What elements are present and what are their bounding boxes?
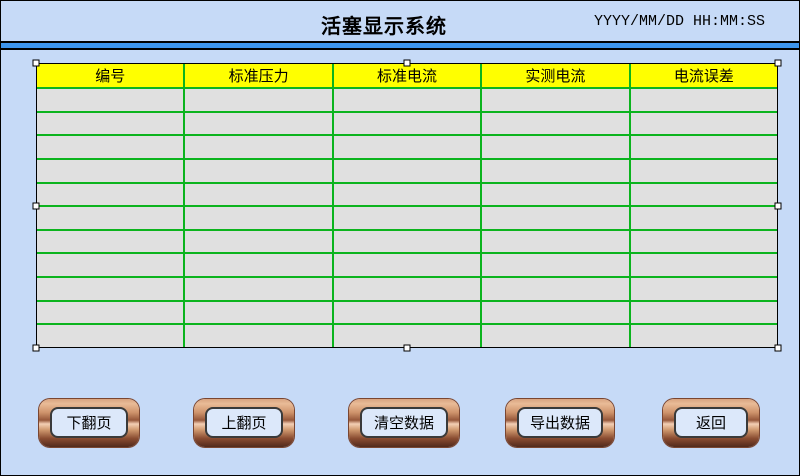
table-row bbox=[37, 229, 777, 253]
table-cell bbox=[629, 160, 777, 182]
table-row bbox=[37, 182, 777, 206]
page-up-button-label: 上翻页 bbox=[205, 407, 283, 438]
table-cell bbox=[332, 207, 480, 229]
table-row bbox=[37, 252, 777, 276]
table-cell bbox=[480, 207, 628, 229]
table-row bbox=[37, 134, 777, 158]
table-cell bbox=[332, 136, 480, 158]
table-cell bbox=[332, 113, 480, 135]
col-header-std-pressure: 标准压力 bbox=[183, 64, 331, 87]
table-row bbox=[37, 276, 777, 300]
table-row bbox=[37, 300, 777, 324]
hmi-screen: 活塞显示系统 YYYY/MM/DD HH:MM:SS 编号 标准压力 标准电流 … bbox=[0, 0, 800, 476]
table-cell bbox=[629, 231, 777, 253]
table-cell bbox=[37, 160, 183, 182]
table-cell bbox=[37, 325, 183, 347]
table-cell bbox=[480, 325, 628, 347]
table-cell bbox=[332, 89, 480, 111]
table-cell bbox=[480, 254, 628, 276]
page-down-button-label: 下翻页 bbox=[50, 407, 128, 438]
table-cell bbox=[629, 136, 777, 158]
col-header-measured-current: 实测电流 bbox=[480, 64, 628, 87]
clear-data-button[interactable]: 清空数据 bbox=[349, 399, 459, 447]
table-row bbox=[37, 205, 777, 229]
table-row bbox=[37, 111, 777, 135]
selection-handle-top-center[interactable] bbox=[404, 60, 411, 67]
export-data-button-label: 导出数据 bbox=[517, 407, 603, 438]
table-cell bbox=[332, 184, 480, 206]
table-cell bbox=[183, 325, 331, 347]
table-cell bbox=[332, 278, 480, 300]
table-cell bbox=[37, 207, 183, 229]
table-cell bbox=[183, 136, 331, 158]
divider-strip bbox=[1, 41, 799, 50]
table-cell bbox=[183, 278, 331, 300]
table-cell bbox=[629, 113, 777, 135]
table-cell bbox=[332, 160, 480, 182]
page-down-button[interactable]: 下翻页 bbox=[39, 399, 139, 447]
table-header-row: 编号 标准压力 标准电流 实测电流 电流误差 bbox=[37, 64, 777, 87]
table-row bbox=[37, 87, 777, 111]
title-bar: 活塞显示系统 YYYY/MM/DD HH:MM:SS bbox=[1, 1, 799, 41]
table-cell bbox=[629, 254, 777, 276]
selection-handle-bottom-center[interactable] bbox=[404, 345, 411, 352]
table-cell bbox=[37, 231, 183, 253]
table-cell bbox=[629, 184, 777, 206]
table-cell bbox=[629, 207, 777, 229]
table-cell bbox=[37, 113, 183, 135]
table-cell bbox=[37, 278, 183, 300]
table-cell bbox=[183, 231, 331, 253]
table-cell bbox=[183, 302, 331, 324]
table-cell bbox=[183, 160, 331, 182]
table-cell bbox=[629, 302, 777, 324]
table-cell bbox=[332, 302, 480, 324]
table-cell bbox=[183, 254, 331, 276]
table-cell bbox=[183, 184, 331, 206]
table-cell bbox=[480, 136, 628, 158]
col-header-std-current: 标准电流 bbox=[332, 64, 480, 87]
table-cell bbox=[37, 302, 183, 324]
table-cell bbox=[183, 113, 331, 135]
table-cell bbox=[37, 254, 183, 276]
back-button-label: 返回 bbox=[674, 407, 748, 438]
back-button[interactable]: 返回 bbox=[663, 399, 759, 447]
table-row bbox=[37, 323, 777, 347]
table-cell bbox=[480, 231, 628, 253]
selection-handle-bottom-right[interactable] bbox=[775, 345, 782, 352]
table-cell bbox=[37, 184, 183, 206]
export-data-button[interactable]: 导出数据 bbox=[506, 399, 614, 447]
selection-handle-bottom-left[interactable] bbox=[33, 345, 40, 352]
table-cell bbox=[37, 89, 183, 111]
table-cell bbox=[183, 89, 331, 111]
table-cell bbox=[37, 136, 183, 158]
table-cell bbox=[183, 207, 331, 229]
table-cell bbox=[332, 231, 480, 253]
table-cell bbox=[629, 278, 777, 300]
selection-handle-top-left[interactable] bbox=[33, 60, 40, 67]
selection-handle-middle-right[interactable] bbox=[775, 202, 782, 209]
table-cell bbox=[480, 184, 628, 206]
table-cell bbox=[332, 254, 480, 276]
table-cell bbox=[480, 113, 628, 135]
table-cell bbox=[480, 278, 628, 300]
clear-data-button-label: 清空数据 bbox=[360, 407, 448, 438]
table-row bbox=[37, 158, 777, 182]
datetime-display: YYYY/MM/DD HH:MM:SS bbox=[594, 13, 765, 30]
table-cell bbox=[480, 302, 628, 324]
col-header-current-error: 电流误差 bbox=[629, 64, 777, 87]
table-cell bbox=[480, 89, 628, 111]
selection-handle-middle-left[interactable] bbox=[33, 202, 40, 209]
measurement-table: 编号 标准压力 标准电流 实测电流 电流误差 bbox=[36, 63, 778, 348]
selection-handle-top-right[interactable] bbox=[775, 60, 782, 67]
table-cell bbox=[629, 325, 777, 347]
page-up-button[interactable]: 上翻页 bbox=[194, 399, 294, 447]
measurement-table-widget[interactable]: 编号 标准压力 标准电流 实测电流 电流误差 bbox=[36, 63, 778, 348]
table-cell bbox=[629, 89, 777, 111]
table-cell bbox=[480, 160, 628, 182]
col-header-number: 编号 bbox=[37, 64, 183, 87]
